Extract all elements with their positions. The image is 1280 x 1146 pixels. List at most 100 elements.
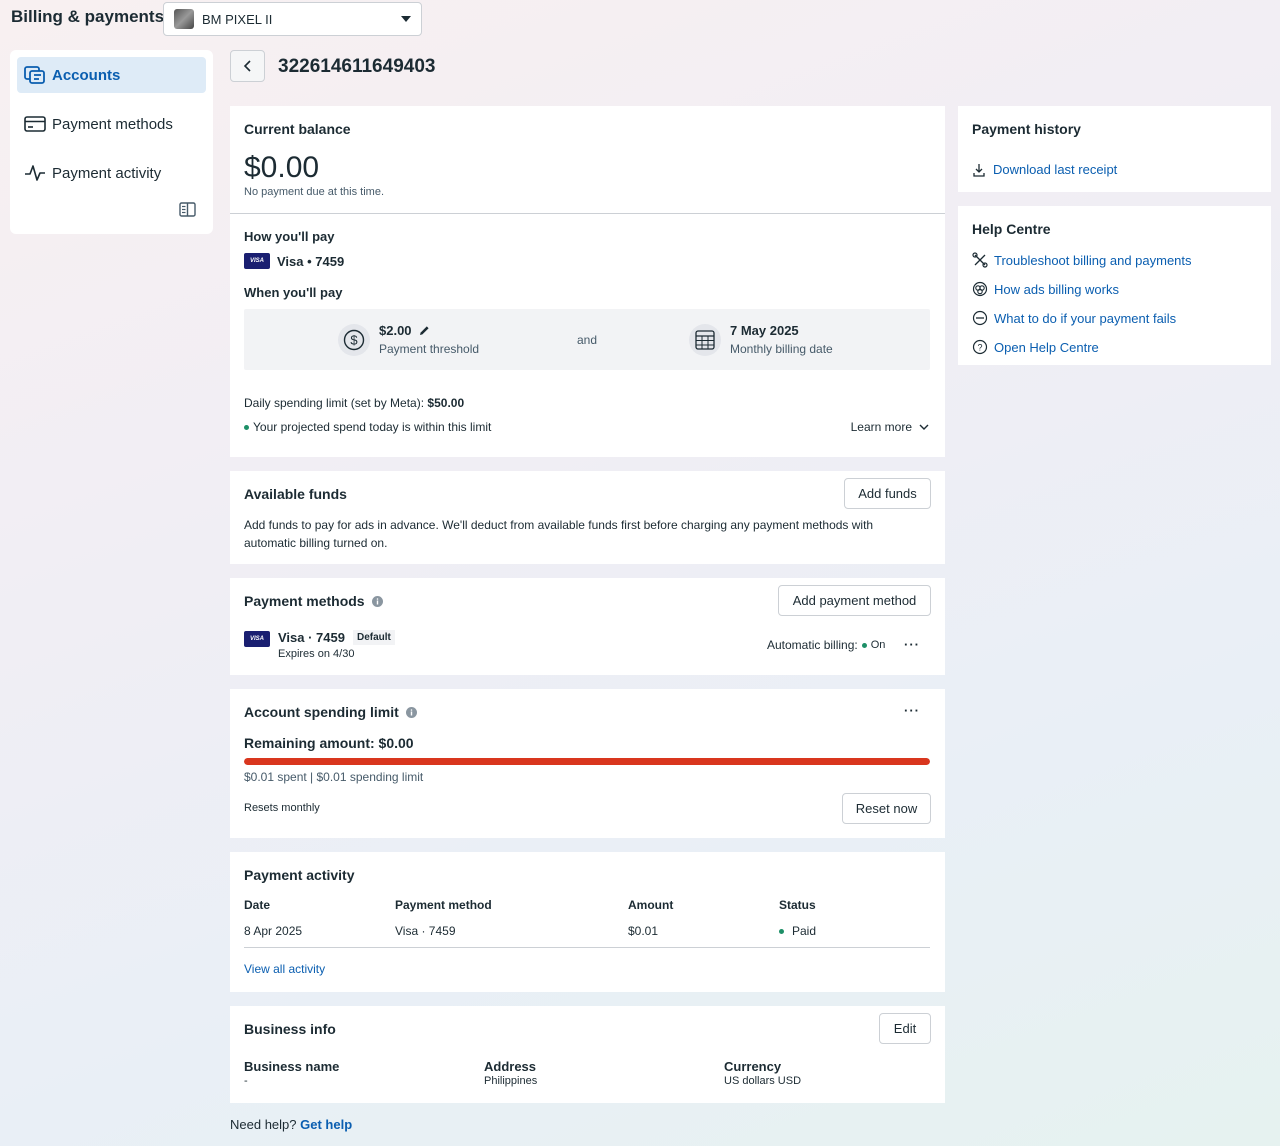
sidebar-item-label: Payment methods [52, 115, 173, 133]
activity-icon [24, 162, 46, 184]
row-date: 8 Apr 2025 [244, 924, 303, 938]
address-label: Address [484, 1059, 537, 1074]
billing-date-label: Monthly billing date [730, 342, 833, 356]
default-badge: Default [352, 630, 395, 645]
payment-card: VISA Visa • 7459 [244, 253, 344, 269]
divider [244, 947, 930, 948]
sidebar-item-payment-activity[interactable]: Payment activity [17, 155, 206, 191]
row-status: Paid [779, 924, 816, 938]
collapse-sidebar-icon[interactable] [179, 202, 196, 220]
column-header-method: Payment method [395, 898, 492, 912]
row-method: Visa · 7459 [395, 924, 456, 938]
resets-label: Resets monthly [244, 802, 320, 814]
billing-date: 7 May 2025 [730, 323, 799, 338]
balance-card: Current balance $0.00 No payment due at … [230, 106, 945, 457]
available-funds-title: Available funds [244, 486, 347, 502]
card-expiry: Expires on 4/30 [278, 648, 355, 660]
add-funds-button[interactable]: Add funds [844, 478, 931, 509]
auto-billing-label: Automatic billing: [767, 638, 858, 652]
payment-history-card: Payment history Download last receipt [958, 106, 1271, 192]
billing-gear-icon [972, 281, 988, 297]
balance-amount: $0.00 [244, 151, 320, 184]
credit-card-icon [24, 113, 46, 135]
view-all-activity-link[interactable]: View all activity [244, 962, 325, 976]
accounts-icon [24, 64, 46, 86]
help-link-troubleshoot[interactable]: Troubleshoot billing and payments [972, 252, 1192, 268]
card-label: Visa • 7459 [277, 253, 345, 269]
help-link-open-help-centre[interactable]: ? Open Help Centre [972, 339, 1192, 355]
business-info-title: Business info [244, 1021, 336, 1037]
payment-history-title: Payment history [972, 121, 1081, 137]
how-you-pay-title: How you'll pay [244, 229, 335, 244]
question-circle-icon: ? [972, 339, 988, 355]
help-link-payment-fails[interactable]: What to do if your payment fails [972, 310, 1192, 326]
status-dot [861, 642, 867, 648]
projected-spend: Your projected spend today is within thi… [244, 420, 491, 434]
more-options-button[interactable]: ··· [904, 637, 920, 652]
visa-icon: VISA [244, 631, 270, 647]
reset-now-button[interactable]: Reset now [842, 793, 931, 824]
download-receipt-label: Download last receipt [993, 162, 1118, 177]
payment-activity-card: Payment activity Date Payment method Amo… [230, 852, 945, 992]
sidebar-item-payment-methods[interactable]: Payment methods [17, 106, 206, 142]
projected-note: Your projected spend today is within thi… [253, 420, 492, 434]
spending-usage: $0.01 spent | $0.01 spending limit [244, 770, 424, 784]
learn-more-label: Learn more [850, 420, 912, 434]
need-help-label: Need help? [230, 1117, 297, 1132]
status-dot [779, 928, 784, 934]
sidebar-item-label: Payment activity [52, 164, 162, 182]
need-help: Need help? Get help [230, 1117, 352, 1132]
business-name-value: - [244, 1075, 248, 1087]
sidebar-item-label: Accounts [52, 66, 121, 84]
and-label: and [577, 333, 598, 347]
column-header-amount: Amount [628, 898, 674, 912]
available-funds-card: Available funds Add funds Add funds to p… [230, 471, 945, 564]
available-funds-description: Add funds to pay for ads in advance. We'… [244, 518, 874, 550]
more-options-button[interactable]: ··· [904, 703, 920, 718]
payment-methods-title: Payment methods [244, 593, 365, 609]
balance-note: No payment due at this time. [244, 186, 385, 198]
spending-progress-bar [244, 758, 930, 765]
threshold-amount: $2.00 [379, 323, 412, 338]
help-link-label: Troubleshoot billing and payments [994, 252, 1192, 268]
back-button[interactable] [230, 50, 265, 82]
svg-text:?: ? [977, 343, 982, 353]
chevron-down-icon [401, 16, 411, 22]
card-label: Visa · 7459 [278, 630, 345, 645]
add-payment-method-button[interactable]: Add payment method [778, 585, 931, 616]
sidebar: Accounts Payment methods Payment activit… [10, 50, 213, 234]
table-row[interactable]: 8 Apr 2025 Visa · 7459 $0.01 Paid [244, 924, 930, 948]
help-link-label: What to do if your payment fails [994, 310, 1177, 326]
payment-activity-title: Payment activity [244, 867, 355, 883]
daily-limit-value: $50.00 [427, 396, 465, 410]
info-icon[interactable] [371, 595, 383, 607]
status-label: Paid [792, 924, 817, 938]
spending-limit-card: Account spending limit ··· Remaining amo… [230, 689, 945, 838]
currency-value: US dollars USD [724, 1075, 802, 1087]
billing-schedule: $ $2.00 Payment threshold and 7 May 2025… [244, 309, 930, 370]
address-value: Philippines [484, 1075, 538, 1087]
minus-circle-icon [972, 310, 988, 326]
help-link-label: How ads billing works [994, 281, 1119, 297]
download-receipt-link[interactable]: Download last receipt [972, 162, 1117, 177]
edit-pencil-icon[interactable] [419, 325, 430, 336]
sidebar-item-accounts[interactable]: Accounts [17, 57, 206, 93]
account-id: 322614611649403 [278, 56, 436, 77]
spending-limit-title: Account spending limit [244, 704, 399, 720]
spending-progress-fill [244, 758, 930, 765]
automatic-billing-status: Automatic billing: On [767, 638, 885, 652]
help-link-billing-works[interactable]: How ads billing works [972, 281, 1192, 297]
get-help-link[interactable]: Get help [300, 1117, 352, 1132]
info-icon[interactable] [405, 706, 417, 718]
payment-methods-card: Payment methods Add payment method VISA … [230, 578, 945, 675]
dollar-icon: $ [338, 324, 370, 356]
currency-label: Currency [724, 1059, 782, 1074]
edit-business-button[interactable]: Edit [879, 1013, 931, 1044]
account-selector[interactable]: BM PIXEL II [163, 2, 422, 36]
auto-billing-value: On [870, 639, 886, 651]
chevron-down-icon [919, 424, 929, 430]
learn-more-toggle[interactable]: Learn more [851, 420, 929, 434]
help-centre-card: Help Centre Troubleshoot billing and pay… [958, 206, 1271, 365]
business-name-label: Business name [244, 1059, 340, 1074]
account-name: BM PIXEL II [202, 11, 273, 27]
